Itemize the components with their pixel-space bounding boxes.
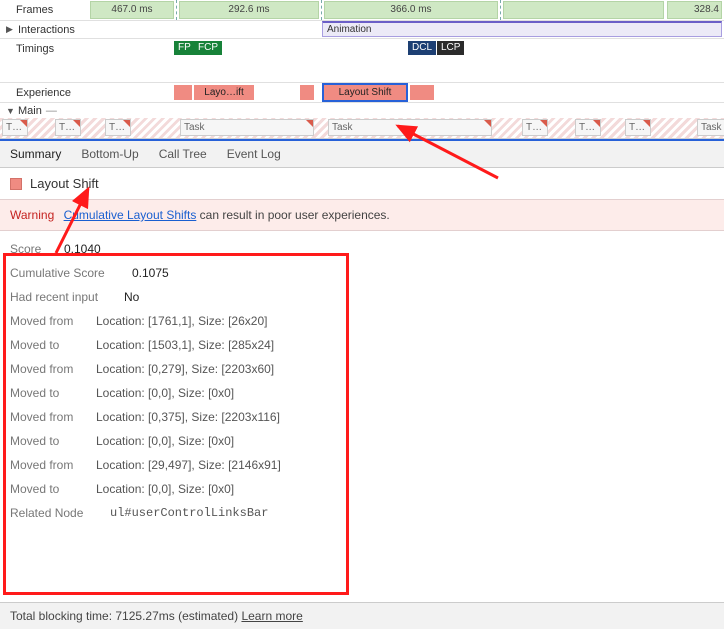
frame-block[interactable]: 292.6 ms xyxy=(179,1,319,19)
fp-badge[interactable]: FP xyxy=(174,41,195,55)
chevron-down-icon[interactable]: ▼ xyxy=(6,106,14,116)
warning-label: Warning xyxy=(10,208,54,222)
detail-row: Score0.1040 xyxy=(10,237,714,261)
layout-shift-block[interactable] xyxy=(174,85,192,100)
detail-row: Related Nodeul#userControlLinksBar xyxy=(10,501,714,525)
fcp-badge[interactable]: FCP xyxy=(194,41,222,55)
dcl-badge[interactable]: DCL xyxy=(408,41,436,55)
layout-shift-color-icon xyxy=(10,178,22,190)
detail-row: Moved fromLocation: [1761,1], Size: [26x… xyxy=(10,309,714,333)
animation-block[interactable]: Animation xyxy=(322,21,722,37)
task-block[interactable]: T… xyxy=(2,119,28,136)
frame-divider xyxy=(500,0,501,20)
experience-row: Experience Layo…ift Layout Shift xyxy=(0,82,724,102)
spacer-row xyxy=(0,58,724,82)
frame-divider xyxy=(321,0,322,20)
interactions-track[interactable]: Animation xyxy=(90,21,724,38)
interactions-label: ▶Interactions xyxy=(0,24,90,36)
detail-row: Moved toLocation: [0,0], Size: [0x0] xyxy=(10,477,714,501)
lcp-badge[interactable]: LCP xyxy=(437,41,464,55)
tab-summary[interactable]: Summary xyxy=(10,147,61,161)
learn-more-link[interactable]: Learn more xyxy=(241,609,302,623)
experience-label: Experience xyxy=(0,87,90,99)
main-row: ▼Main— xyxy=(0,102,724,118)
interactions-row: ▶Interactions Animation xyxy=(0,20,724,38)
frame-block[interactable]: 366.0 ms xyxy=(324,1,498,19)
task-block[interactable]: T… xyxy=(105,119,131,136)
warning-rest: can result in poor user experiences. xyxy=(196,208,389,222)
detail-row: Moved fromLocation: [0,279], Size: [2203… xyxy=(10,357,714,381)
frame-block[interactable]: 328.4 xyxy=(667,1,722,19)
detail-row: Moved toLocation: [0,0], Size: [0x0] xyxy=(10,381,714,405)
frame-block[interactable] xyxy=(503,1,664,19)
detail-row: Cumulative Score0.1075 xyxy=(10,261,714,285)
task-block[interactable]: T… xyxy=(575,119,601,136)
detail-tabs: Summary Bottom-Up Call Tree Event Log xyxy=(0,139,724,168)
timings-label: Timings xyxy=(0,43,90,55)
warning-link[interactable]: Cumulative Layout Shifts xyxy=(64,208,197,222)
tab-call-tree[interactable]: Call Tree xyxy=(159,147,207,161)
detail-row: Moved fromLocation: [29,497], Size: [214… xyxy=(10,453,714,477)
details-list: Score0.1040 Cumulative Score0.1075 Had r… xyxy=(0,231,724,535)
layout-shift-block[interactable] xyxy=(300,85,314,100)
frames-label: Frames xyxy=(0,4,90,16)
chevron-right-icon[interactable]: ▶ xyxy=(6,24,14,35)
tab-event-log[interactable]: Event Log xyxy=(227,147,281,161)
main-label: ▼Main— xyxy=(0,105,57,117)
frame-divider xyxy=(176,0,177,20)
timings-row: Timings FP FCP DCL LCP xyxy=(0,38,724,58)
experience-track[interactable]: Layo…ift Layout Shift xyxy=(90,83,724,102)
frames-track[interactable]: 467.0 ms 292.6 ms 366.0 ms 328.4 xyxy=(90,0,724,20)
frames-row: Frames 467.0 ms 292.6 ms 366.0 ms 328.4 xyxy=(0,0,724,20)
section-title: Layout Shift xyxy=(0,168,724,199)
timeline-panel: Frames 467.0 ms 292.6 ms 366.0 ms 328.4 … xyxy=(0,0,724,139)
detail-row: Moved toLocation: [0,0], Size: [0x0] xyxy=(10,429,714,453)
task-block[interactable]: T… xyxy=(55,119,81,136)
tab-bottom-up[interactable]: Bottom-Up xyxy=(81,147,138,161)
timings-track[interactable]: FP FCP DCL LCP xyxy=(90,39,724,58)
layout-shift-block[interactable]: Layo…ift xyxy=(194,85,254,100)
detail-row: Moved toLocation: [1503,1], Size: [285x2… xyxy=(10,333,714,357)
task-block[interactable]: Task xyxy=(697,119,724,136)
section-title-text: Layout Shift xyxy=(30,176,99,191)
layout-shift-selected[interactable]: Layout Shift xyxy=(324,85,406,100)
frame-block[interactable]: 467.0 ms xyxy=(90,1,174,19)
main-tasks-row: T… T… T… Task Task T… T… T… Task xyxy=(0,118,724,138)
footer-bar: Total blocking time: 7125.27ms (estimate… xyxy=(0,602,724,629)
warning-bar: Warning Cumulative Layout Shifts can res… xyxy=(0,199,724,231)
layout-shift-block[interactable] xyxy=(410,85,434,100)
detail-row: Moved fromLocation: [0,375], Size: [2203… xyxy=(10,405,714,429)
detail-row: Had recent inputNo xyxy=(10,285,714,309)
main-track[interactable]: T… T… T… Task Task T… T… T… Task xyxy=(0,118,724,138)
task-block[interactable]: T… xyxy=(522,119,548,136)
task-block[interactable]: Task xyxy=(328,119,492,136)
task-block[interactable]: Task xyxy=(180,119,314,136)
task-block[interactable]: T… xyxy=(625,119,651,136)
footer-text: Total blocking time: 7125.27ms (estimate… xyxy=(10,609,241,623)
